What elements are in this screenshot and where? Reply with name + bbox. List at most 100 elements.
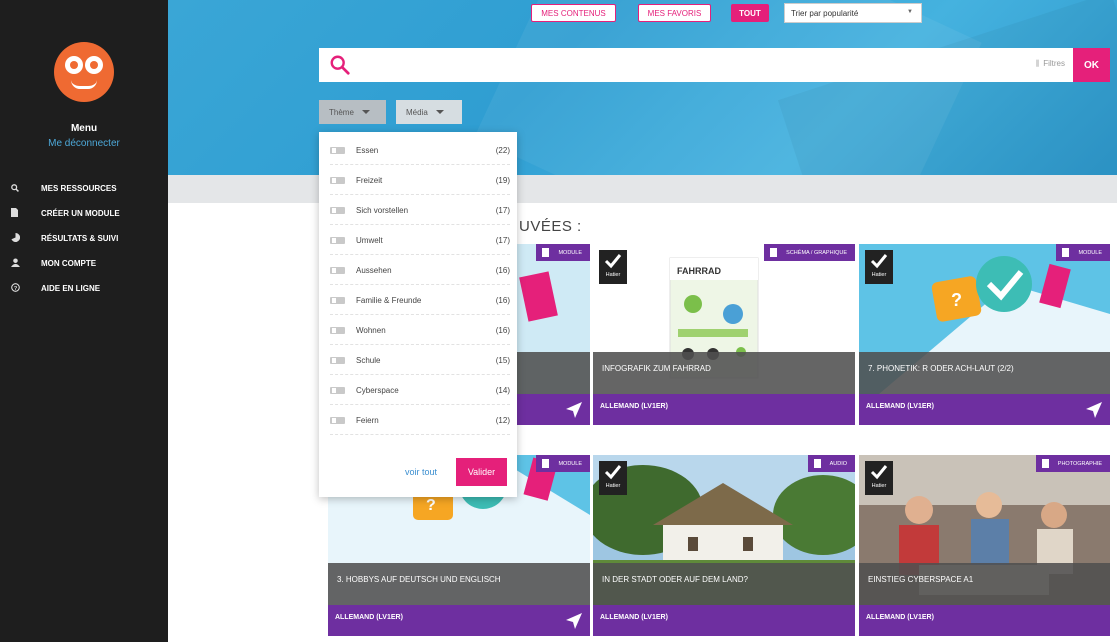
sidebar-nav: MES RESSOURCES CRÉER UN MODULE RÉSULTATS… bbox=[0, 176, 168, 301]
menu-label: Menu bbox=[70, 123, 98, 134]
sidebar-item-label: AIDE EN LIGNE bbox=[41, 284, 101, 293]
hatier-logo: Hatier bbox=[599, 461, 627, 495]
toggle-switch[interactable] bbox=[330, 416, 345, 424]
sidebar-item-label: RÉSULTATS & SUIVI bbox=[41, 234, 119, 243]
search-bar[interactable]: ⫼ Filtres bbox=[319, 48, 1073, 82]
theme-option[interactable]: Essen (22) bbox=[330, 136, 510, 165]
toggle-switch[interactable] bbox=[330, 236, 345, 244]
card-type-badge: MODULE bbox=[536, 244, 590, 261]
sort-select-value: Trier par popularité bbox=[791, 8, 859, 18]
document-icon bbox=[542, 248, 550, 257]
mes-contenus-button[interactable]: MES CONTENUS bbox=[531, 4, 616, 22]
theme-dropdown[interactable]: Thème bbox=[319, 100, 386, 124]
document-icon bbox=[1041, 459, 1049, 468]
sidebar: Menu Me déconnecter MES RESSOURCES CRÉER… bbox=[0, 0, 168, 642]
theme-option-label: Feiern bbox=[356, 415, 379, 425]
send-icon[interactable] bbox=[1086, 402, 1102, 418]
toggle-switch[interactable] bbox=[330, 176, 345, 184]
toggle-switch[interactable] bbox=[330, 296, 345, 304]
theme-option-label: Cyberspace bbox=[356, 385, 399, 395]
theme-option[interactable]: Cyberspace (14) bbox=[330, 376, 510, 405]
card-type-badge: PHOTOGRAPHIE bbox=[1035, 455, 1110, 472]
card-subject: ALLEMAND (LV1ER) bbox=[593, 394, 855, 425]
theme-option[interactable]: Familie & Freunde (16) bbox=[330, 286, 510, 315]
sidebar-item-resultats-suivi[interactable]: RÉSULTATS & SUIVI bbox=[0, 226, 168, 251]
svg-text:?: ? bbox=[14, 286, 18, 292]
theme-option-count: (16) bbox=[495, 295, 510, 305]
sidebar-item-creer-module[interactable]: CRÉER UN MODULE bbox=[0, 201, 168, 226]
logo-eye-right bbox=[85, 56, 103, 74]
theme-option-count: (15) bbox=[495, 355, 510, 365]
theme-option[interactable]: Umwelt (17) bbox=[330, 226, 510, 255]
card-type-badge: SCHÉMA / GRAPHIQUE bbox=[764, 244, 855, 261]
sidebar-item-label: CRÉER UN MODULE bbox=[41, 209, 120, 218]
theme-dropdown-panel: Essen (22) Freizeit (19) Sich vorstellen… bbox=[319, 132, 517, 497]
svg-text:?: ? bbox=[951, 290, 962, 310]
theme-option-count: (14) bbox=[495, 385, 510, 395]
theme-option-label: Aussehen bbox=[356, 265, 392, 275]
card-title: EINSTIEG CYBERSPACE A1 bbox=[859, 563, 1110, 605]
tout-button[interactable]: TOUT bbox=[731, 4, 769, 22]
resource-card[interactable]: Hatier PHOTOGRAPHIE EINSTIEG CYBERSPACE … bbox=[859, 455, 1110, 636]
search-icon[interactable] bbox=[329, 54, 351, 76]
theme-option[interactable]: Wohnen (16) bbox=[330, 316, 510, 345]
voir-tout-link[interactable]: voir tout bbox=[405, 467, 437, 477]
mes-favoris-button[interactable]: MES FAVORIS bbox=[638, 4, 711, 22]
document-icon bbox=[770, 248, 778, 257]
toggle-switch[interactable] bbox=[330, 146, 345, 154]
valider-button[interactable]: Valider bbox=[456, 458, 507, 486]
toggle-switch[interactable] bbox=[330, 206, 345, 214]
theme-option[interactable]: Freizeit (19) bbox=[330, 166, 510, 195]
sort-select[interactable]: Trier par popularité ▼ bbox=[784, 3, 922, 23]
logout-link[interactable]: Me déconnecter bbox=[0, 138, 168, 149]
resource-card[interactable]: Hatier AUDIO IN DER STADT ODER AUF DEM L… bbox=[593, 455, 855, 636]
card-title: 7. PHONETIK: R ODER ACH-LAUT (2/2) bbox=[859, 352, 1110, 394]
search-icon bbox=[11, 183, 29, 194]
theme-option-count: (22) bbox=[495, 145, 510, 155]
sliders-icon: ⫼ bbox=[1035, 59, 1040, 68]
app-logo[interactable] bbox=[54, 42, 114, 102]
header-banner bbox=[168, 0, 1117, 175]
theme-option-count: (16) bbox=[495, 265, 510, 275]
sidebar-item-label: MON COMPTE bbox=[41, 259, 97, 268]
theme-option[interactable]: Aussehen (16) bbox=[330, 256, 510, 285]
search-ok-button[interactable]: OK bbox=[1073, 48, 1110, 82]
theme-option-label: Wohnen bbox=[356, 325, 386, 335]
results-title: UVÉES : bbox=[519, 218, 582, 235]
theme-option-count: (12) bbox=[495, 415, 510, 425]
card-title: 3. HOBBYS AUF DEUTSCH UND ENGLISCH bbox=[328, 563, 590, 605]
toggle-switch[interactable] bbox=[330, 266, 345, 274]
media-dropdown[interactable]: Média bbox=[396, 100, 462, 124]
chevron-down-icon: ▼ bbox=[907, 9, 913, 15]
theme-option-label: Sich vorstellen bbox=[356, 205, 409, 215]
sidebar-item-mon-compte[interactable]: MON COMPTE bbox=[0, 251, 168, 276]
theme-option[interactable]: Schule (15) bbox=[330, 346, 510, 375]
hatier-logo: Hatier bbox=[865, 461, 893, 495]
toggle-switch[interactable] bbox=[330, 386, 345, 394]
chart-icon bbox=[11, 232, 29, 244]
theme-option[interactable]: Sich vorstellen (17) bbox=[330, 196, 510, 225]
card-subject: ALLEMAND (LV1ER) bbox=[859, 394, 1110, 425]
send-icon[interactable] bbox=[566, 402, 582, 418]
theme-dropdown-label: Thème bbox=[329, 107, 354, 117]
logo-eye-left bbox=[65, 56, 83, 74]
sidebar-item-mes-ressources[interactable]: MES RESSOURCES bbox=[0, 176, 168, 201]
document-icon bbox=[11, 208, 29, 219]
resource-card[interactable]: ? Hatier MODULE 7. PHONETIK: R ODER ACH-… bbox=[859, 244, 1110, 425]
toggle-switch[interactable] bbox=[330, 356, 345, 364]
resource-card[interactable]: FAHRRAD Hatier SCHÉMA / GRAPHIQUE INFOGR… bbox=[593, 244, 855, 425]
filters-button[interactable]: ⫼ Filtres bbox=[1036, 59, 1065, 69]
card-type-badge: AUDIO bbox=[807, 455, 855, 472]
sidebar-item-aide-en-ligne[interactable]: ? AIDE EN LIGNE bbox=[0, 276, 168, 301]
hatier-logo: Hatier bbox=[599, 250, 627, 284]
theme-option-count: (17) bbox=[495, 205, 510, 215]
hatier-logo: Hatier bbox=[865, 250, 893, 284]
svg-text:?: ? bbox=[426, 497, 436, 514]
card-type-badge: MODULE bbox=[1056, 244, 1110, 261]
theme-option[interactable]: Feiern (12) bbox=[330, 406, 510, 435]
theme-option-label: Essen bbox=[356, 145, 379, 155]
document-icon bbox=[813, 459, 821, 468]
caret-down-icon bbox=[361, 110, 370, 114]
toggle-switch[interactable] bbox=[330, 326, 345, 334]
send-icon[interactable] bbox=[566, 613, 582, 629]
